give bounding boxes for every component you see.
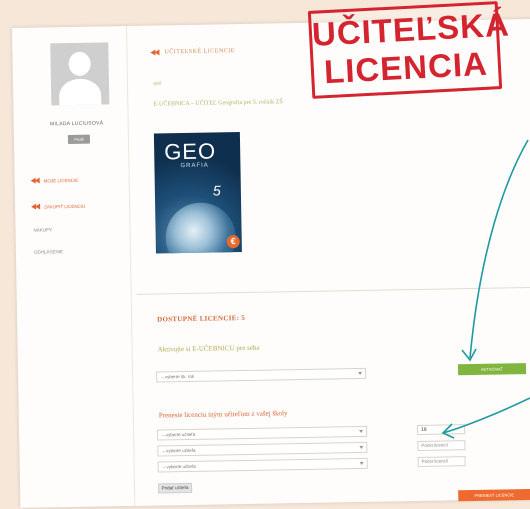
select-value: – vyberte učiteľa	[162, 447, 196, 454]
teacher-select[interactable]: – vyberte učiteľa	[157, 425, 368, 441]
double-arrow-left-icon	[31, 204, 40, 210]
chevron-down-icon	[359, 429, 364, 434]
double-arrow-left-icon	[31, 178, 40, 184]
sidebar-item-logout[interactable]: ODHLÁSENIE	[34, 249, 63, 255]
select-value: – vyberte učiteľa	[162, 463, 196, 470]
user-name: MILADA LUCIUSOVÁ	[49, 120, 104, 128]
transfer-licenses-button[interactable]: PRENIESŤ LICENCIE	[458, 489, 530, 502]
license-count-input[interactable]: Počet licencií	[417, 456, 466, 467]
breadcrumb-label: UČITEĽSKÉ LICENCIE	[164, 48, 235, 56]
avatar-body-shape	[58, 78, 102, 106]
add-teacher-button[interactable]: Pridať učiteľa	[157, 482, 193, 494]
select-value: – vyberte šk. rok	[161, 373, 195, 380]
sidebar-item-label: MOJE LICENCIE	[43, 177, 79, 183]
back-link[interactable]: späť	[153, 81, 162, 86]
divider	[136, 286, 530, 295]
licenses-heading: DOSTUPNÉ LICENCIE: 5	[157, 313, 246, 324]
sidebar-item-purchases[interactable]: NÁKUPY	[33, 227, 52, 232]
select-value: – vyberte učiteľa	[162, 431, 196, 438]
sidebar-item-label: NÁKUPY	[33, 227, 53, 233]
book-cover-number: 5	[212, 182, 221, 199]
book-title: E-UČEBNICA – UČITEĽ Geografia pre 5. roč…	[153, 99, 283, 108]
avatar[interactable]	[50, 42, 110, 106]
school-year-select[interactable]: – vyberte šk. rok	[156, 367, 367, 383]
teacher-license-stamp: UČITEĽSKÁ LICENCIA	[307, 1, 511, 99]
teacher-select[interactable]: – vyberte učiteľa	[157, 457, 368, 473]
license-count-input[interactable]: Počet licencií	[417, 440, 466, 451]
book-cover-subtitle: GRAFIA	[180, 162, 209, 170]
chevron-down-icon	[359, 461, 364, 465]
profile-button[interactable]: Profil	[67, 134, 91, 145]
sidebar: MILADA LUCIUSOVÁ Profil MOJE LICENCIE ZA…	[12, 25, 136, 508]
euro-badge-icon: €	[226, 235, 240, 249]
teacher-select[interactable]: – vyberte učiteľa	[157, 441, 368, 457]
book-cover-title: GEO	[163, 138, 217, 165]
sidebar-item-buy-license[interactable]: ZAKÚPIŤ LICENCIU	[31, 203, 85, 210]
sidebar-item-my-licenses[interactable]: MOJE LICENCIE	[31, 177, 79, 184]
book-cover: GEO GRAFIA 5 €	[153, 132, 242, 254]
activate-button[interactable]: AKTIVOVAŤ	[457, 363, 527, 376]
earth-image	[165, 202, 237, 254]
avatar-head-shape	[68, 51, 91, 77]
assign-heading: Aktivujte si E-UČEBNICU pre seba	[157, 343, 260, 354]
license-count-input[interactable]: 18	[416, 424, 466, 435]
chevron-down-icon	[359, 445, 364, 450]
stamp-line-2: LICENCIA	[323, 44, 489, 91]
transfer-heading: Preneste licenciu iným učiteľom z vašej …	[158, 409, 288, 420]
chevron-down-icon	[358, 371, 363, 376]
breadcrumb[interactable]: UČITEĽSKÉ LICENCIE	[150, 48, 235, 55]
double-arrow-left-icon	[150, 49, 159, 55]
sidebar-item-label: ZAKÚPIŤ LICENCIU	[44, 203, 86, 209]
app-window: MILADA LUCIUSOVÁ Profil MOJE LICENCIE ZA…	[12, 18, 530, 508]
sidebar-item-label: ODHLÁSENIE	[33, 249, 63, 255]
